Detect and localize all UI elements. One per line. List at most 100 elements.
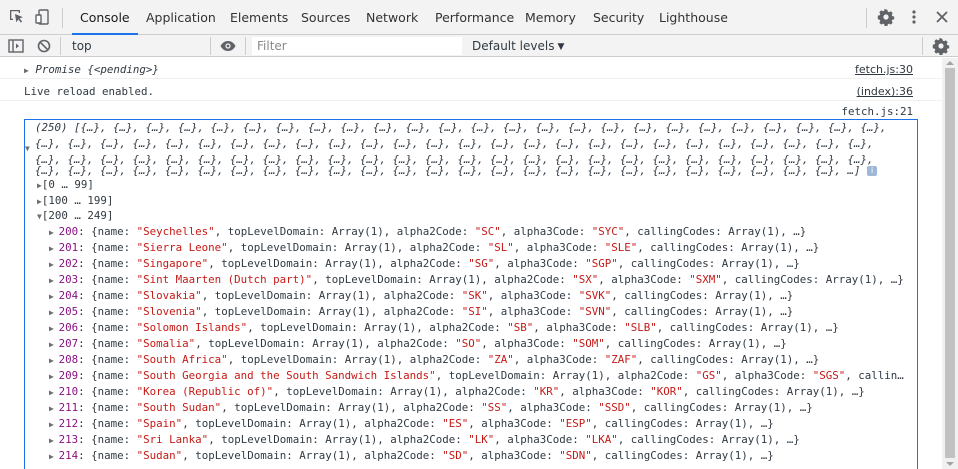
row-tail: , callingCodes: Array(1), …} — [617, 257, 800, 270]
row-tail: , callingCodes: Array(1), …} — [611, 305, 794, 318]
row-label-tld: , topLevelDomain: Array(1), alpha2Code: — [182, 417, 443, 430]
clear-console-icon[interactable] — [35, 37, 53, 55]
country-row[interactable]: ▶ 208: {name: "South Africa", topLevelDo… — [49, 353, 819, 366]
console-settings-gear-icon[interactable] — [932, 37, 950, 56]
inspect-element-icon[interactable] — [8, 8, 26, 26]
country-row[interactable]: ▶ 211: {name: "South Sudan", topLevelDom… — [49, 401, 813, 414]
execution-context-selector[interactable]: top — [66, 36, 206, 55]
expand-triangle-icon[interactable]: ▶ — [49, 292, 59, 301]
expand-triangle-icon[interactable]: ▶ — [24, 66, 29, 75]
country-name: "Slovenia" — [136, 305, 202, 318]
tab-memory[interactable]: Memory — [525, 0, 576, 35]
array-preview-line: {…}, {…}, {…}, {…}, {…}, {…}, {…}, {…}, … — [35, 137, 874, 150]
row-label-open: : {name: — [78, 321, 137, 334]
row-label-a3: , alpha3Code: — [513, 353, 605, 366]
expand-triangle-icon[interactable]: ▶ — [49, 420, 59, 429]
expand-triangle-icon[interactable]: ▶ — [49, 356, 59, 365]
source-link[interactable]: fetch.js:30 — [855, 63, 913, 76]
array-group-100-199[interactable]: ▶[100 … 199] — [37, 194, 113, 207]
alpha3-code: "SGS" — [812, 369, 846, 382]
tab-network[interactable]: Network — [366, 0, 418, 35]
alpha2-code: "SK" — [461, 289, 488, 302]
log-levels-dropdown[interactable]: Default levels ▼ — [472, 36, 564, 56]
array-preview-line[interactable]: (250) [{…}, {…}, {…}, {…}, {…}, {…}, {…}… — [35, 121, 887, 134]
country-row[interactable]: ▶ 202: {name: "Singapore", topLevelDomai… — [49, 257, 800, 270]
scroll-thumb[interactable] — [945, 68, 955, 458]
alpha2-code: "SI" — [461, 305, 488, 318]
country-row[interactable]: ▶ 209: {name: "South Georgia and the Sou… — [49, 369, 904, 382]
country-row[interactable]: ▶ 207: {name: "Somalia", topLevelDomain:… — [49, 337, 787, 350]
more-options-icon[interactable] — [909, 8, 919, 26]
country-row[interactable]: ▶ 203: {name: "Sint Maarten (Dutch part)… — [49, 273, 904, 286]
row-label-open: : {name: — [78, 417, 137, 430]
country-row[interactable]: ▶ 206: {name: "Solomon Islands", topLeve… — [49, 321, 839, 334]
live-expression-eye-icon[interactable] — [219, 37, 237, 55]
show-sidebar-icon[interactable] — [7, 37, 25, 55]
collapse-triangle-icon[interactable]: ▼ — [25, 144, 30, 153]
tab-security[interactable]: Security — [593, 0, 644, 35]
country-row[interactable]: ▶ 204: {name: "Slovakia", topLevelDomain… — [49, 289, 793, 302]
source-link[interactable]: fetch.js:21 — [841, 105, 913, 118]
country-row[interactable]: ▶ 201: {name: "Sierra Leone", topLevelDo… — [49, 241, 819, 254]
expand-triangle-icon[interactable]: ▶ — [49, 404, 59, 413]
alpha3-code: "SLE" — [604, 241, 638, 254]
expand-triangle-icon[interactable]: ▶ — [49, 308, 59, 317]
device-toolbar-icon[interactable] — [34, 8, 52, 26]
settings-gear-icon[interactable] — [877, 8, 895, 27]
source-link[interactable]: (index):36 — [857, 85, 913, 98]
scroll-up-arrow-icon[interactable] — [946, 61, 954, 65]
row-tail: , callingCodes: Array(1), …} — [630, 401, 813, 414]
country-name: "Sierra Leone" — [136, 241, 228, 254]
console-message: ▶ Promise {<pending>} fetch.js:30 — [0, 58, 942, 79]
array-group-200-249[interactable]: ▼[200 … 249] — [37, 209, 113, 222]
expand-triangle-icon[interactable]: ▶ — [49, 244, 59, 253]
tab-lighthouse[interactable]: Lighthouse — [659, 0, 728, 35]
row-label-open: : {name: — [78, 273, 137, 286]
alpha2-code: "SO" — [455, 337, 482, 350]
scroll-down-arrow-icon[interactable] — [946, 462, 954, 466]
country-row[interactable]: ▶ 214: {name: "Sudan", topLevelDomain: A… — [49, 449, 774, 462]
expand-triangle-icon[interactable]: ▶ — [49, 388, 59, 397]
expand-triangle-icon[interactable]: ▶ — [49, 228, 59, 237]
row-label-tld: , topLevelDomain: Array(1), alpha2Code: — [201, 305, 462, 318]
alpha2-code: "SX" — [572, 273, 599, 286]
array-group-0-99[interactable]: ▶[0 … 99] — [37, 178, 94, 191]
tab-sources[interactable]: Sources — [301, 0, 350, 35]
console-toolbar: top Default levels▼ — [0, 35, 958, 57]
close-devtools-icon[interactable] — [934, 9, 950, 25]
country-row[interactable]: ▶ 200: {name: "Seychelles", topLevelDoma… — [49, 225, 806, 238]
alpha2-code: "GS" — [695, 369, 722, 382]
row-label-tld: , topLevelDomain: Array(1), alpha2Code: — [182, 449, 443, 462]
country-name: "Sudan" — [136, 449, 183, 462]
console-message-text[interactable]: ▶ Promise {<pending>} — [24, 63, 159, 76]
row-index: 204 — [58, 289, 79, 302]
row-label-a3: , alpha3Code: — [721, 369, 813, 382]
row-label-a3: , alpha3Code: — [481, 337, 573, 350]
tab-performance[interactable]: Performance — [435, 0, 514, 35]
row-label-tld: , topLevelDomain: Array(1), alpha2Code: — [227, 353, 488, 366]
filter-input[interactable] — [252, 37, 462, 55]
country-row[interactable]: ▶ 205: {name: "Slovenia", topLevelDomain… — [49, 305, 793, 318]
country-name: "Spain" — [136, 417, 183, 430]
expand-triangle-icon[interactable]: ▶ — [49, 372, 59, 381]
console-scrollbar[interactable] — [942, 58, 958, 469]
country-row[interactable]: ▶ 210: {name: "Korea (Republic of)", top… — [49, 385, 865, 398]
tab-elements[interactable]: Elements — [230, 0, 288, 35]
country-row[interactable]: ▶ 213: {name: "Sri Lanka", topLevelDomai… — [49, 433, 800, 446]
expand-triangle-icon[interactable]: ▶ — [49, 276, 59, 285]
tab-application[interactable]: Application — [146, 0, 216, 35]
expand-triangle-icon[interactable]: ▶ — [49, 452, 59, 461]
expand-triangle-icon[interactable]: ▶ — [49, 436, 59, 445]
alpha2-code: "SG" — [468, 257, 495, 270]
info-icon[interactable]: i — [867, 166, 878, 176]
tab-console[interactable]: Console — [72, 0, 138, 35]
country-row[interactable]: ▶ 212: {name: "Spain", topLevelDomain: A… — [49, 417, 774, 430]
alpha3-code: "SVK" — [578, 289, 612, 302]
row-label-a3: , alpha3Code: — [559, 385, 651, 398]
expand-triangle-icon[interactable]: ▶ — [49, 260, 59, 269]
expand-triangle-icon[interactable]: ▶ — [49, 340, 59, 349]
expand-triangle-icon[interactable]: ▶ — [49, 324, 59, 333]
row-label-tld: , topLevelDomain: Array(1), alpha2Code: — [208, 257, 469, 270]
alpha3-code: "SVN" — [578, 305, 612, 318]
row-label-open: : {name: — [78, 385, 137, 398]
